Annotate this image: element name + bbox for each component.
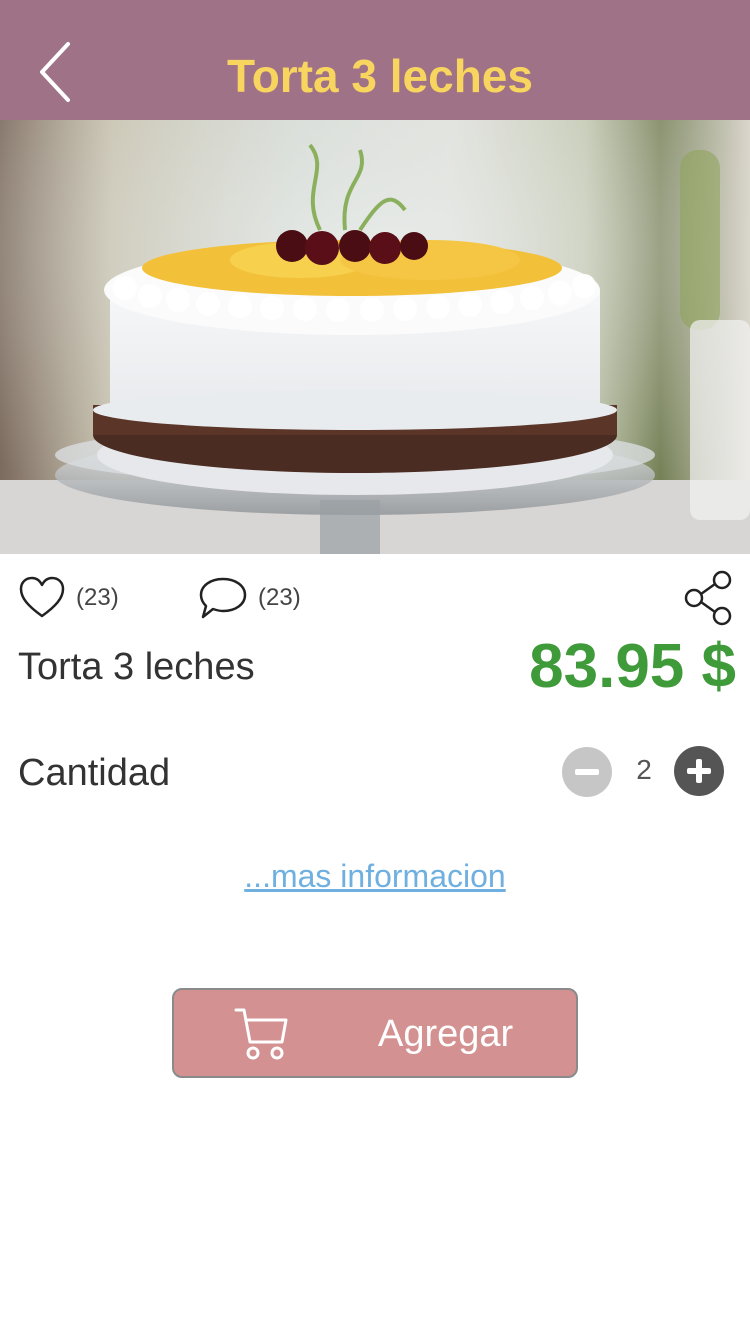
more-info-link[interactable]: ...mas informacion (0, 854, 750, 898)
product-name: Torta 3 leches (18, 646, 255, 688)
heart-icon (19, 576, 65, 618)
share-button[interactable] (682, 570, 734, 626)
add-to-cart-button[interactable]: Agregar (172, 988, 578, 1078)
navigation-bar: Torta 3 leches (0, 0, 750, 120)
comments-count: (23) (258, 584, 301, 611)
increase-quantity-button[interactable] (674, 746, 724, 796)
likes-count: (23) (76, 584, 119, 611)
page-title: Torta 3 leches (227, 50, 533, 102)
social-actions: (23) (23) (0, 570, 750, 626)
cart-icon (234, 1008, 288, 1060)
decrease-quantity-button[interactable] (562, 747, 612, 797)
quantity-label: Cantidad (18, 752, 171, 794)
product-image (0, 120, 750, 554)
share-icon (684, 570, 732, 626)
add-button-label: Agregar (378, 1013, 514, 1055)
speech-bubble-icon (199, 577, 247, 619)
like-button[interactable]: (23) (18, 570, 119, 626)
comment-button[interactable]: (23) (198, 570, 301, 626)
quantity-value: 2 (636, 754, 652, 785)
product-price: 83.95 $ (529, 632, 736, 701)
cake-photo (0, 120, 750, 554)
